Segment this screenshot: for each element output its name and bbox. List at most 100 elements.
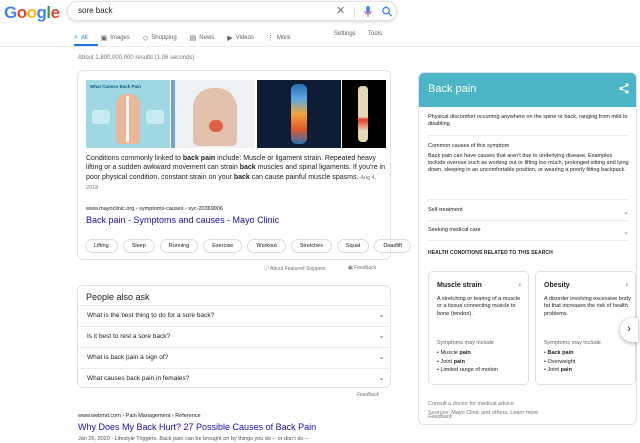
paa-question-text: What is the best thing to do for a sore … [87,312,215,319]
chip-squat[interactable]: Squat [336,239,370,253]
kp-divider [428,199,629,200]
symptom-item: Joint pain [437,358,498,367]
search-divider [354,6,355,18]
logo-letter: g [36,3,47,22]
symptoms-label: Symptoms may include [437,340,494,346]
tab-label: Shopping [151,35,177,41]
lower-back-pain-image[interactable] [175,80,255,148]
tab-news[interactable]: ▤ News [190,31,215,45]
mic-icon[interactable] [362,5,374,18]
tag-icon: ◇ [142,35,149,42]
about-label: About Featured Snippets [270,266,326,272]
paa-question-text: What causes back pain in females? [87,375,190,382]
kp-section-medical-care[interactable]: Seeking medical care ⌄ [428,227,629,245]
tab-label: Images [110,35,130,41]
tab-images[interactable]: ▣ Images [101,31,130,45]
knowledge-panel: Back pain Physical discomfort occurring … [418,72,637,425]
tab-more[interactable]: ⋮ More [267,31,291,45]
chip-deadlift[interactable]: Deadlift [374,239,412,253]
paa-question[interactable]: What is back pain a sign of? ⌄ [79,347,391,366]
google-logo[interactable]: Google [4,3,60,23]
chip-exercise[interactable]: Exercise [203,239,243,253]
search-tabs: ⌕ All ▣ Images ◇ Shopping ▤ News ▶ Videos ⋮ Mo… [74,31,304,45]
tab-all[interactable]: ⌕ All [74,31,88,45]
kp-related-heading: HEALTH CONDITIONS RELATED TO THIS SEARCH [428,250,553,256]
condition-card-muscle-strain[interactable]: Muscle strain › A stretching or tearing … [428,271,529,385]
result-link[interactable]: Back pain - Symptoms and causes - Mayo C… [86,215,279,225]
kp-causes-heading: Common causes of this symptom [428,143,510,149]
result-cite[interactable]: www.mayoclinic.org › symptoms-causes › s… [86,206,223,212]
symptoms-label: Symptoms may include [544,340,601,346]
paa-question[interactable]: What causes back pain in females? ⌄ [79,368,391,387]
symptom-item: Muscle pain [437,349,498,358]
spine-highlight-image[interactable] [342,80,386,148]
chip-workout[interactable]: Workout [247,239,286,253]
snippet-text-part: can cause painful muscle spasms. [249,173,359,181]
chevron-right-icon[interactable]: › [620,318,638,342]
snippet-bold: back [239,164,256,172]
close-icon[interactable]: ✕ [336,4,345,17]
header-divider [0,46,640,47]
search-icon: ⌕ [74,34,78,41]
paa-question[interactable]: What is the best thing to do for a sore … [79,305,391,324]
snippet-bold: back [233,173,250,181]
share-icon[interactable] [619,83,629,94]
logo-letter: o [16,3,27,22]
back-anatomy-image[interactable]: What Causes Back Pain [86,80,170,148]
video-icon: ▶ [227,35,233,42]
snippet-bold: back pain [182,155,216,162]
kp-feedback-link[interactable]: Feedback [428,414,627,420]
search-icon[interactable] [381,5,393,18]
symptom-item: Back pain [544,349,575,358]
chevron-down-icon: ⌄ [378,331,385,340]
paa-feedback-link[interactable]: Feedback [357,392,379,398]
kp-section-self-treatment[interactable]: Self-treatment ⌄ [428,207,629,225]
tab-label: Videos [235,35,254,41]
feedback-link[interactable]: ▣ Feedback [348,265,376,271]
condition-description: A disorder involving excessive body fat … [544,296,631,317]
result-cite[interactable]: www.webmd.com › Pain Management › Refere… [78,413,201,419]
news-icon: ▤ [189,35,197,42]
kp-section-label: Seeking medical care [428,227,481,233]
kp-section-label: Self-treatment [428,207,463,213]
chip-sleep[interactable]: Sleep [122,239,155,253]
kp-divider [428,220,629,221]
result-link[interactable]: Why Does My Back Hurt? 27 Possible Cause… [78,422,316,432]
condition-name: Muscle strain [437,282,482,289]
chip-running[interactable]: Running [159,239,199,253]
settings-link[interactable]: Settings [334,31,356,37]
logo-letter: e [50,3,60,22]
tab-shopping[interactable]: ◇ Shopping [143,31,177,45]
paa-question-text: Is it best to rest a sore back? [87,333,171,340]
kp-header: Back pain [419,73,636,107]
snippet-text-part: Conditions commonly linked to [86,155,183,162]
related-chips: Lifting Sleep Running Exercise Workout S… [85,239,416,253]
chip-lifting[interactable]: Lifting [85,239,118,253]
chevron-right-icon: › [518,280,521,289]
snippet-text: Conditions commonly linked to back pain … [86,154,386,193]
logo-letter: G [4,3,17,22]
about-snippets[interactable]: ⓘ About Featured Snippets [264,265,325,272]
chevron-right-icon: › [625,280,628,289]
symptoms-list: Back pain Overweight Joint pain [544,349,575,375]
logo-letter: o [26,3,37,22]
kp-consult: Consult a doctor for medical advice [428,401,514,407]
chip-stretches[interactable]: Stretches [290,239,332,253]
symptoms-list: Muscle pain Joint pain Limited range of … [437,349,498,375]
search-input[interactable]: sore back [78,6,113,15]
symptom-item: Limited range of motion [437,366,497,375]
tab-label: More [276,35,291,41]
search-box[interactable]: sore back ✕ [67,1,397,21]
tools-link[interactable]: Tools [368,31,382,37]
tab-label: All [80,35,88,41]
results-count: About 1,800,000,000 results (1.06 second… [78,55,195,61]
dots-icon: ⋮ [266,35,274,42]
condition-description: A stretching or tearing of a muscle or a… [437,296,521,317]
result-snippet: Jan 26, 2020 - Lifestyle Triggers. Back … [78,436,309,442]
paa-question[interactable]: Is it best to rest a sore back? ⌄ [79,326,391,345]
spine-xray-image[interactable] [257,80,341,148]
tab-videos[interactable]: ▶ Videos [227,31,254,45]
feedback-label: Feedback [354,265,377,271]
image-icon: ▣ [100,35,108,42]
symptom-item: Joint pain [544,366,575,375]
